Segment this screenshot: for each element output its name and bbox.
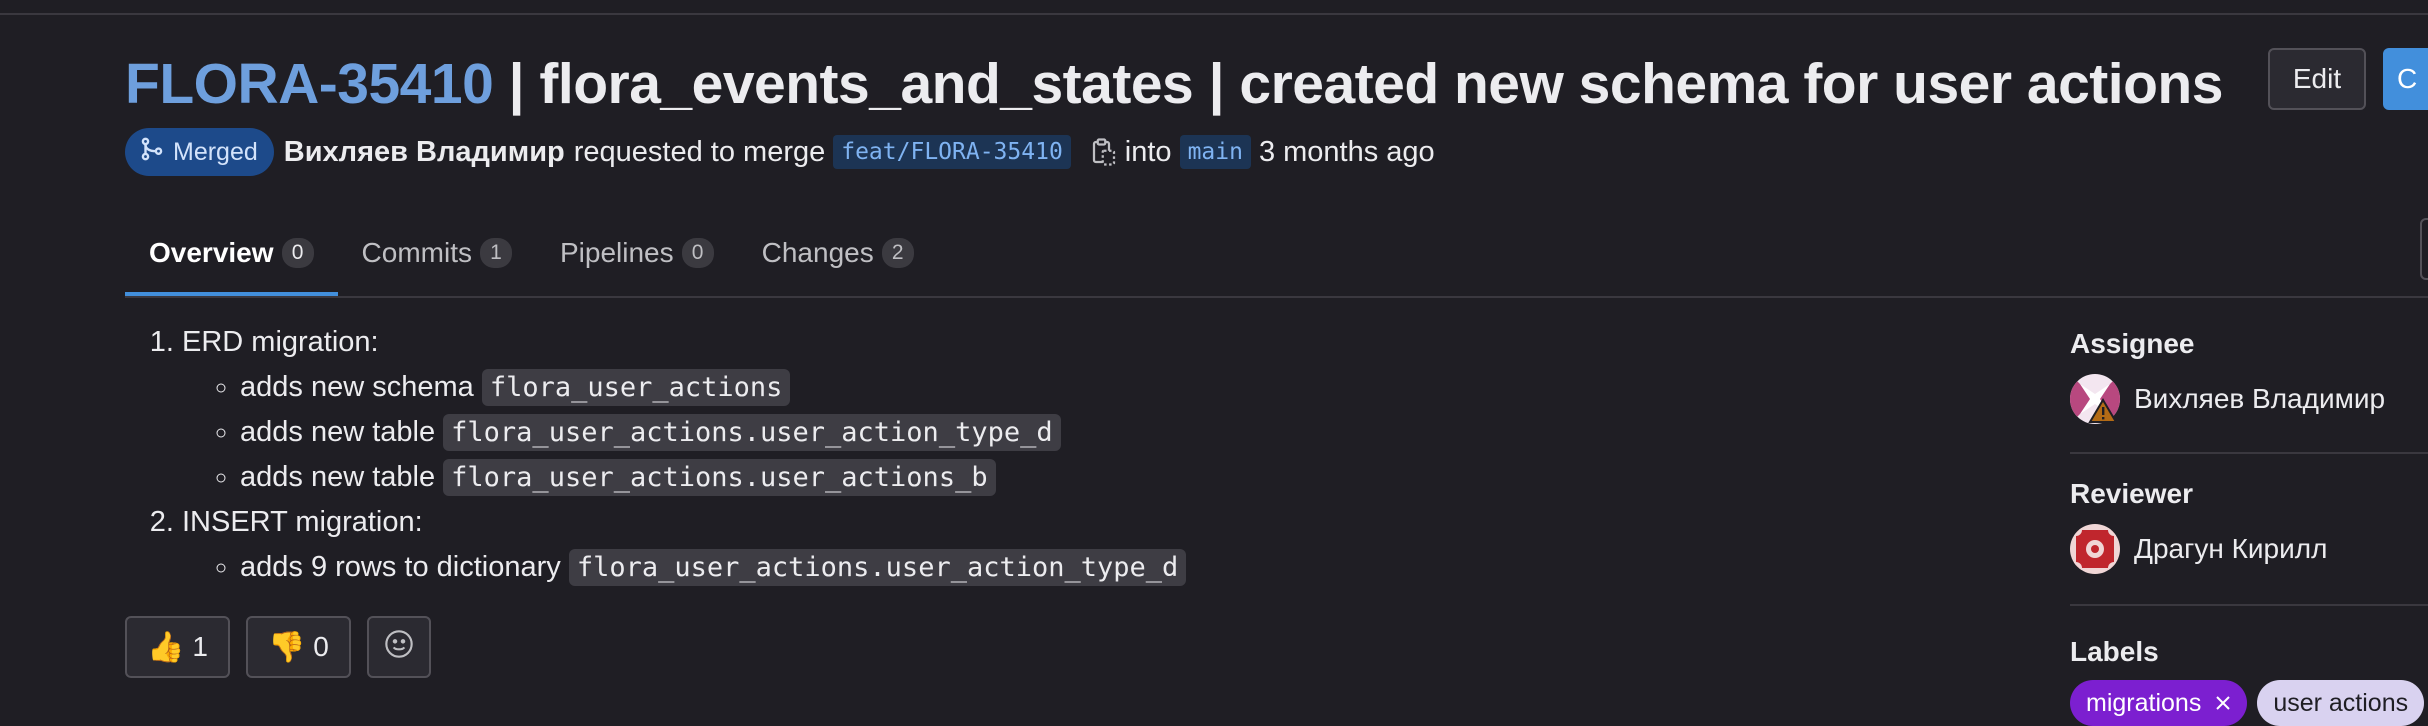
tab-pipelines[interactable]: Pipelines 0 <box>536 210 738 296</box>
list-item-text: adds new schema <box>240 371 482 403</box>
list-item: adds 9 rows to dictionary flora_user_act… <box>240 545 1187 590</box>
list-item: adds new schema flora_user_actions <box>240 365 1186 410</box>
tab-label: Overview <box>149 237 274 268</box>
avatar <box>2070 374 2120 424</box>
list-item: INSERT migration: adds 9 rows to diction… <box>182 500 1187 590</box>
sidebar-divider <box>2070 452 2428 454</box>
thumbs-down-button[interactable]: 👎 0 <box>245 616 351 678</box>
labels-list: migrations user actions <box>2070 680 2428 726</box>
thumbs-down-icon: 👎 <box>267 630 306 664</box>
reviewer-name: Драгун Кирилл <box>2134 533 2328 564</box>
inline-code: flora_user_actions.user_action_type_d <box>443 414 1061 451</box>
requested-text: requested to merge <box>573 135 826 168</box>
tab-label: Pipelines <box>559 237 674 268</box>
label-text: migrations <box>2086 688 2202 717</box>
code-button[interactable]: C <box>2383 48 2428 110</box>
smiley-icon <box>383 628 415 667</box>
inline-code: flora_user_actions.user_actions_b <box>443 459 996 496</box>
assignee-title: Assignee <box>2070 328 2195 359</box>
labels-section: Labels migrations user actions <box>2070 636 2428 726</box>
tab-bar: Overview 0 Commits 1 Pipelines 0 Changes… <box>125 210 938 296</box>
tab-count: 2 <box>881 238 914 268</box>
description: ERD migration: adds new schema flora_use… <box>148 320 1187 590</box>
reactions-bar: 👍 1 👎 0 <box>125 616 431 678</box>
reviewer-title: Reviewer <box>2070 478 2193 509</box>
close-icon[interactable] <box>2215 689 2231 718</box>
merge-request-meta: Merged Вихляев Владимир requested to mer… <box>125 128 1435 176</box>
inline-code: flora_user_actions.user_action_type_d <box>568 549 1187 586</box>
tab-count: 1 <box>479 238 512 268</box>
assignee[interactable]: Вихляев Владимир <box>2070 374 2428 424</box>
page-title: FLORA-35410 | flora_events_and_states | … <box>125 48 2223 120</box>
tab-changes[interactable]: Changes 2 <box>738 210 938 296</box>
author-link[interactable]: Вихляев Владимир <box>284 136 565 169</box>
toolbar-button-edge[interactable] <box>2420 218 2428 280</box>
labels-title: Labels <box>2070 636 2159 667</box>
thumbs-down-count: 0 <box>313 631 329 662</box>
avatar <box>2070 524 2120 574</box>
assignee-section: Assignee Вихляев Владимир <box>2070 328 2428 424</box>
tab-overview[interactable]: Overview 0 <box>125 210 338 296</box>
reviewer-section: Reviewer Драгун Кирилл <box>2070 478 2428 574</box>
assignee-name: Вихляев Владимир <box>2134 383 2386 414</box>
sidebar-divider <box>2070 604 2428 606</box>
reviewer[interactable]: Драгун Кирилл <box>2070 524 2428 574</box>
status-badge: Merged <box>125 128 274 176</box>
list-item-text: adds new table <box>240 416 444 448</box>
list-item-heading: INSERT migration: <box>182 506 423 538</box>
edit-button[interactable]: Edit <box>2268 48 2366 110</box>
source-branch[interactable]: feat/FLORA-35410 <box>833 135 1071 169</box>
list-item-text: adds 9 rows to dictionary <box>240 551 569 583</box>
tab-count: 0 <box>681 238 714 268</box>
time-ago: 3 months ago <box>1258 135 1435 168</box>
tab-divider <box>125 296 2428 298</box>
top-divider <box>0 13 2428 15</box>
inline-code: flora_user_actions <box>481 369 791 406</box>
merge-icon <box>139 136 165 169</box>
into-text: into <box>1124 135 1172 168</box>
copy-icon[interactable] <box>1091 137 1117 167</box>
title-text: | flora_events_and_states | created new … <box>493 52 2224 116</box>
tab-commits[interactable]: Commits 1 <box>338 210 536 296</box>
list-item-heading: ERD migration: <box>182 326 379 358</box>
list-item-text: adds new table <box>240 461 444 493</box>
list-item: adds new table flora_user_actions.user_a… <box>240 410 1186 455</box>
thumbs-up-count: 1 <box>192 631 208 662</box>
tab-label: Changes <box>761 237 874 268</box>
list-item: adds new table flora_user_actions.user_a… <box>240 455 1186 500</box>
add-reaction-button[interactable] <box>366 616 431 678</box>
list-item: ERD migration: adds new schema flora_use… <box>182 320 1186 500</box>
thumbs-up-icon: 👍 <box>147 630 185 664</box>
label-pill[interactable]: migrations <box>2070 680 2248 726</box>
thumbs-up-button[interactable]: 👍 1 <box>125 616 230 678</box>
target-branch[interactable]: main <box>1179 135 1251 169</box>
issue-key-link[interactable]: FLORA-35410 <box>125 52 494 116</box>
label-text: user actions <box>2273 688 2409 717</box>
tab-count: 0 <box>281 238 314 268</box>
tab-label: Commits <box>361 237 472 268</box>
status-badge-label: Merged <box>173 137 258 166</box>
label-pill[interactable]: user actions <box>2257 680 2425 726</box>
